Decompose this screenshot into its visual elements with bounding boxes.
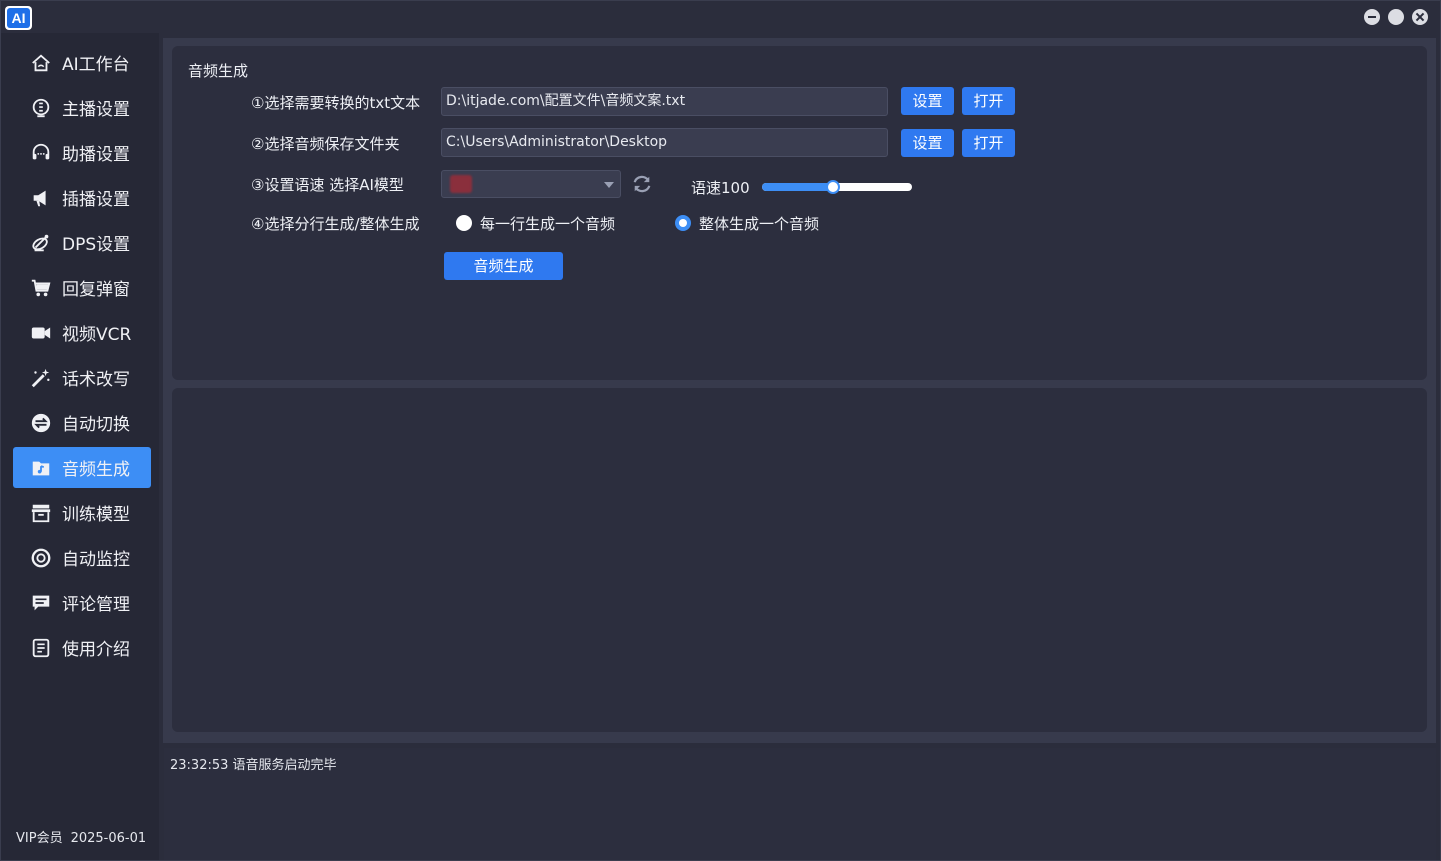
video-camera-icon xyxy=(29,321,53,345)
sidebar-item-dps-settings[interactable]: DPS设置 xyxy=(13,222,151,263)
per-line-radio[interactable] xyxy=(456,215,472,231)
whole-radio[interactable] xyxy=(675,215,691,231)
app-window: AI AI工作台 主播设置 助播设置 插播设置 DPS设置 回复弹窗 视频VCR… xyxy=(0,0,1441,861)
app-logo: AI xyxy=(5,6,32,30)
audio-file-icon xyxy=(29,456,53,480)
sidebar-item-label: 自动监控 xyxy=(62,550,130,570)
model-thumbnail xyxy=(450,175,472,193)
cart-icon xyxy=(29,276,53,300)
monitor-icon xyxy=(29,546,53,570)
sidebar-item-label: 使用介绍 xyxy=(62,640,130,660)
generate-audio-button[interactable]: 音频生成 xyxy=(444,252,563,280)
sidebar-item-comment-manage[interactable]: 评论管理 xyxy=(13,582,151,623)
minimize-button[interactable] xyxy=(1364,9,1380,25)
sidebar-item-insert-settings[interactable]: 插播设置 xyxy=(13,177,151,218)
sidebar-item-anchor-settings[interactable]: 主播设置 xyxy=(13,87,151,128)
sidebar-item-label: 话术改写 xyxy=(62,370,130,390)
log-line: 23:32:53 语音服务启动完毕 xyxy=(170,758,337,773)
vip-label: VIP会员 xyxy=(16,831,63,846)
speed-slider[interactable] xyxy=(762,180,912,194)
close-button[interactable] xyxy=(1412,9,1428,25)
txt-open-button[interactable]: 打开 xyxy=(962,87,1015,115)
refresh-icon[interactable] xyxy=(631,174,653,194)
archive-icon xyxy=(29,501,53,525)
folder-open-button[interactable]: 打开 xyxy=(962,129,1015,157)
chevron-down-icon xyxy=(604,182,614,188)
sidebar-item-label: 插播设置 xyxy=(62,190,130,210)
home-icon xyxy=(29,51,53,75)
headset-icon xyxy=(29,141,53,165)
switch-icon xyxy=(29,411,53,435)
satellite-icon xyxy=(29,231,53,255)
app-logo-text: AI xyxy=(7,8,30,28)
sidebar-item-label: 回复弹窗 xyxy=(62,280,130,300)
vip-status: VIP会员 2025-06-01 xyxy=(16,827,146,846)
vip-expiry-date: 2025-06-01 xyxy=(70,831,147,846)
magic-wand-icon xyxy=(29,366,53,390)
sidebar-item-auto-monitor[interactable]: 自动监控 xyxy=(13,537,151,578)
document-icon xyxy=(29,636,53,660)
sidebar-item-auto-switch[interactable]: 自动切换 xyxy=(13,402,151,443)
save-folder-input[interactable]: C:\Users\Administrator\Desktop xyxy=(441,128,888,157)
step3-label: ③设置语速 选择AI模型 xyxy=(251,176,404,194)
sidebar-item-usage-guide[interactable]: 使用介绍 xyxy=(13,627,151,668)
folder-set-button[interactable]: 设置 xyxy=(901,129,954,157)
sidebar-item-train-model[interactable]: 训练模型 xyxy=(13,492,151,533)
sidebar-item-script-rewrite[interactable]: 话术改写 xyxy=(13,357,151,398)
title-bar: AI xyxy=(1,1,1440,33)
sidebar-item-audio-generate[interactable]: 音频生成 xyxy=(13,447,151,488)
page-title: 音频生成 xyxy=(188,62,249,80)
comment-icon xyxy=(29,591,53,615)
whole-radio-label: 整体生成一个音频 xyxy=(699,215,820,233)
sidebar: AI工作台 主播设置 助播设置 插播设置 DPS设置 回复弹窗 视频VCR 话术… xyxy=(1,33,159,860)
sidebar-item-label: 音频生成 xyxy=(62,460,130,480)
sidebar-item-label: 主播设置 xyxy=(62,100,130,120)
txt-path-input[interactable]: D:\itjade.com\配置文件\音频文案.txt xyxy=(441,87,888,116)
speed-slider-fill xyxy=(762,183,833,191)
output-panel xyxy=(172,388,1427,732)
sidebar-item-label: 助播设置 xyxy=(62,145,130,165)
maximize-button[interactable] xyxy=(1388,9,1404,25)
sidebar-item-label: 视频VCR xyxy=(62,325,132,345)
megaphone-icon xyxy=(29,186,53,210)
sidebar-item-label: DPS设置 xyxy=(62,235,131,255)
speed-slider-handle[interactable] xyxy=(825,180,840,194)
txt-set-button[interactable]: 设置 xyxy=(901,87,954,115)
anchor-icon xyxy=(29,96,53,120)
step2-label: ②选择音频保存文件夹 xyxy=(251,135,400,153)
sidebar-item-video-vcr[interactable]: 视频VCR xyxy=(13,312,151,353)
sidebar-item-label: AI工作台 xyxy=(62,55,130,75)
sidebar-item-label: 自动切换 xyxy=(62,415,130,435)
sidebar-item-label: 训练模型 xyxy=(62,505,130,525)
speed-label: 语速100 xyxy=(691,179,750,197)
ai-model-select[interactable] xyxy=(441,170,621,198)
sidebar-item-assistant-settings[interactable]: 助播设置 xyxy=(13,132,151,173)
log-panel xyxy=(164,748,1436,860)
per-line-radio-label: 每一行生成一个音频 xyxy=(480,215,616,233)
sidebar-item-reply-popup[interactable]: 回复弹窗 xyxy=(13,267,151,308)
step1-label: ①选择需要转换的txt文本 xyxy=(251,94,421,112)
step4-label: ④选择分行生成/整体生成 xyxy=(251,215,420,233)
sidebar-item-label: 评论管理 xyxy=(62,595,130,615)
sidebar-item-ai-workbench[interactable]: AI工作台 xyxy=(13,42,151,83)
